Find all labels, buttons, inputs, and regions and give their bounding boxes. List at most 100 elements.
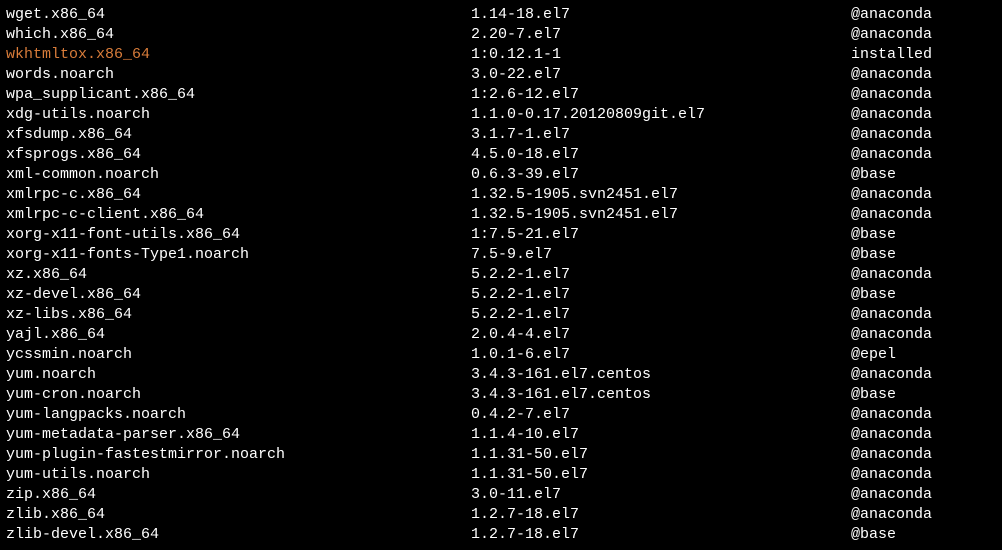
package-version: 1.2.7-18.el7: [471, 505, 851, 525]
package-row: yum-utils.noarch1.1.31-50.el7@anaconda: [6, 465, 996, 485]
package-repo: @anaconda: [851, 105, 996, 125]
package-version: 5.2.2-1.el7: [471, 265, 851, 285]
package-version: 7.5-9.el7: [471, 245, 851, 265]
package-row: xmlrpc-c.x86_641.32.5-1905.svn2451.el7@a…: [6, 185, 996, 205]
package-version: 0.6.3-39.el7: [471, 165, 851, 185]
package-version: 1.32.5-1905.svn2451.el7: [471, 205, 851, 225]
package-version: 1.0.1-6.el7: [471, 345, 851, 365]
package-repo: @base: [851, 525, 996, 545]
package-version: 0.4.2-7.el7: [471, 405, 851, 425]
package-repo: @base: [851, 165, 996, 185]
package-name: xdg-utils.noarch: [6, 105, 471, 125]
package-name: zlib-devel.x86_64: [6, 525, 471, 545]
terminal-output: wget.x86_641.14-18.el7@anacondawhich.x86…: [6, 5, 996, 545]
package-name: wkhtmltox.x86_64: [6, 45, 471, 65]
package-repo: @anaconda: [851, 65, 996, 85]
package-row: yum-cron.noarch3.4.3-161.el7.centos@base: [6, 385, 996, 405]
package-version: 1.1.0-0.17.20120809git.el7: [471, 105, 851, 125]
package-repo: @anaconda: [851, 425, 996, 445]
package-repo: @anaconda: [851, 405, 996, 425]
package-repo: @base: [851, 385, 996, 405]
package-row: ycssmin.noarch1.0.1-6.el7@epel: [6, 345, 996, 365]
package-name: xml-common.noarch: [6, 165, 471, 185]
package-row: xfsprogs.x86_644.5.0-18.el7@anaconda: [6, 145, 996, 165]
package-name: yum-plugin-fastestmirror.noarch: [6, 445, 471, 465]
package-row: xfsdump.x86_643.1.7-1.el7@anaconda: [6, 125, 996, 145]
package-repo: @base: [851, 245, 996, 265]
package-name: xmlrpc-c-client.x86_64: [6, 205, 471, 225]
package-name: yum-cron.noarch: [6, 385, 471, 405]
package-repo: @anaconda: [851, 325, 996, 345]
package-version: 5.2.2-1.el7: [471, 285, 851, 305]
package-row: wget.x86_641.14-18.el7@anaconda: [6, 5, 996, 25]
package-name: yum.noarch: [6, 365, 471, 385]
package-repo: @anaconda: [851, 465, 996, 485]
package-version: 2.20-7.el7: [471, 25, 851, 45]
package-repo: @epel: [851, 345, 996, 365]
package-name: words.noarch: [6, 65, 471, 85]
package-version: 3.0-22.el7: [471, 65, 851, 85]
package-repo: @anaconda: [851, 205, 996, 225]
package-repo: @anaconda: [851, 485, 996, 505]
package-row: zlib.x86_641.2.7-18.el7@anaconda: [6, 505, 996, 525]
package-name: yum-utils.noarch: [6, 465, 471, 485]
package-row: words.noarch3.0-22.el7@anaconda: [6, 65, 996, 85]
package-row: yum-metadata-parser.x86_641.1.4-10.el7@a…: [6, 425, 996, 445]
package-row: xorg-x11-font-utils.x86_641:7.5-21.el7@b…: [6, 225, 996, 245]
package-name: xfsdump.x86_64: [6, 125, 471, 145]
package-row: xz-devel.x86_645.2.2-1.el7@base: [6, 285, 996, 305]
package-row: wkhtmltox.x86_641:0.12.1-1installed: [6, 45, 996, 65]
package-repo: @anaconda: [851, 85, 996, 105]
package-repo: @anaconda: [851, 505, 996, 525]
package-name: xfsprogs.x86_64: [6, 145, 471, 165]
package-repo: @base: [851, 285, 996, 305]
package-row: xmlrpc-c-client.x86_641.32.5-1905.svn245…: [6, 205, 996, 225]
package-repo: @anaconda: [851, 125, 996, 145]
package-version: 1.1.31-50.el7: [471, 445, 851, 465]
package-name: zip.x86_64: [6, 485, 471, 505]
package-name: wget.x86_64: [6, 5, 471, 25]
package-version: 1.32.5-1905.svn2451.el7: [471, 185, 851, 205]
package-repo: @anaconda: [851, 445, 996, 465]
package-name: yum-metadata-parser.x86_64: [6, 425, 471, 445]
package-name: wpa_supplicant.x86_64: [6, 85, 471, 105]
package-row: which.x86_642.20-7.el7@anaconda: [6, 25, 996, 45]
package-name: ycssmin.noarch: [6, 345, 471, 365]
package-version: 1.1.31-50.el7: [471, 465, 851, 485]
package-repo: @anaconda: [851, 265, 996, 285]
package-repo: installed: [851, 45, 996, 65]
package-name: xz-devel.x86_64: [6, 285, 471, 305]
package-row: yajl.x86_642.0.4-4.el7@anaconda: [6, 325, 996, 345]
package-row: yum.noarch3.4.3-161.el7.centos@anaconda: [6, 365, 996, 385]
package-row: xz.x86_645.2.2-1.el7@anaconda: [6, 265, 996, 285]
package-repo: @anaconda: [851, 5, 996, 25]
package-row: yum-langpacks.noarch0.4.2-7.el7@anaconda: [6, 405, 996, 425]
package-repo: @anaconda: [851, 185, 996, 205]
package-row: zlib-devel.x86_641.2.7-18.el7@base: [6, 525, 996, 545]
package-repo: @base: [851, 225, 996, 245]
package-version: 3.0-11.el7: [471, 485, 851, 505]
package-version: 1.1.4-10.el7: [471, 425, 851, 445]
package-row: xz-libs.x86_645.2.2-1.el7@anaconda: [6, 305, 996, 325]
package-version: 4.5.0-18.el7: [471, 145, 851, 165]
package-row: xml-common.noarch0.6.3-39.el7@base: [6, 165, 996, 185]
package-row: wpa_supplicant.x86_641:2.6-12.el7@anacon…: [6, 85, 996, 105]
package-row: xorg-x11-fonts-Type1.noarch7.5-9.el7@bas…: [6, 245, 996, 265]
package-name: yajl.x86_64: [6, 325, 471, 345]
package-version: 3.4.3-161.el7.centos: [471, 365, 851, 385]
package-version: 3.4.3-161.el7.centos: [471, 385, 851, 405]
package-name: zlib.x86_64: [6, 505, 471, 525]
package-version: 1:2.6-12.el7: [471, 85, 851, 105]
package-version: 1:0.12.1-1: [471, 45, 851, 65]
package-row: zip.x86_643.0-11.el7@anaconda: [6, 485, 996, 505]
package-name: xz.x86_64: [6, 265, 471, 285]
package-version: 1.14-18.el7: [471, 5, 851, 25]
package-name: xorg-x11-fonts-Type1.noarch: [6, 245, 471, 265]
package-version: 5.2.2-1.el7: [471, 305, 851, 325]
package-version: 1.2.7-18.el7: [471, 525, 851, 545]
package-repo: @anaconda: [851, 25, 996, 45]
package-repo: @anaconda: [851, 145, 996, 165]
package-version: 2.0.4-4.el7: [471, 325, 851, 345]
package-row: yum-plugin-fastestmirror.noarch1.1.31-50…: [6, 445, 996, 465]
package-name: xmlrpc-c.x86_64: [6, 185, 471, 205]
